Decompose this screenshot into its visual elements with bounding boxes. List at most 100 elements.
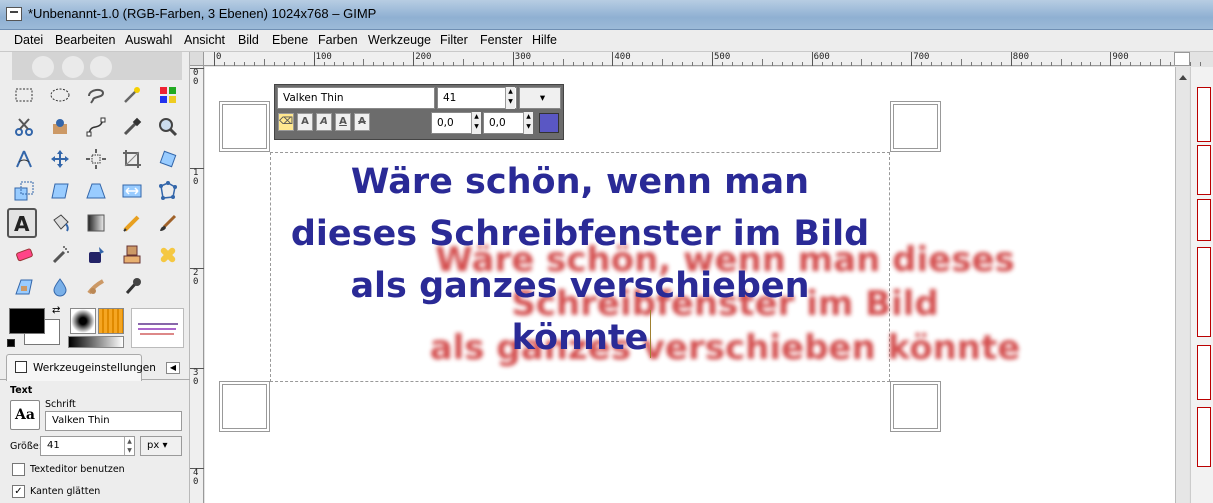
kerning-stepper[interactable]: ▲ ▼ [523, 112, 533, 134]
options-section-title: Text [10, 385, 33, 396]
clear-style-button[interactable]: ⌫ [278, 113, 294, 131]
ruler-label: 0 [193, 277, 199, 287]
text-color-swatch[interactable] [539, 113, 559, 133]
menu-hilfe[interactable]: Hilfe [532, 33, 557, 47]
toolbar-unit-dropdown[interactable]: ▾ [519, 87, 561, 109]
ruler-tick [712, 52, 713, 66]
ruler-minor-tick [1170, 62, 1172, 66]
text-box-handle-top-right[interactable] [890, 101, 941, 152]
unit-select[interactable]: px ▾ [140, 436, 182, 456]
ruler-minor-tick [931, 62, 933, 66]
text-box-handle-bottom-right[interactable] [890, 381, 941, 432]
perspective-clone-tool[interactable] [9, 272, 39, 302]
horizontal-ruler[interactable]: 0 100 200 300 400 500 600 700 800 900 [204, 52, 1202, 66]
menu-auswahl[interactable]: Auswahl [125, 33, 172, 47]
font-field[interactable]: Valken Thin [45, 411, 182, 431]
clone-tool[interactable] [117, 240, 147, 270]
ruler-minor-tick [602, 62, 604, 66]
baseline-stepper[interactable]: ▲ ▼ [471, 112, 481, 134]
tab-menu-button[interactable]: ◀ [166, 362, 180, 374]
ruler-minor-tick [652, 62, 654, 66]
ruler-minor-tick [1200, 62, 1202, 66]
menu-werkzeuge[interactable]: Werkzeuge [368, 33, 431, 47]
brush-preview[interactable] [70, 308, 96, 334]
dodge-burn-tool[interactable] [117, 272, 147, 302]
toolbar-font-field[interactable]: Valken Thin [277, 87, 435, 109]
foreground-select-tool[interactable] [45, 112, 75, 142]
ink-tool[interactable] [81, 240, 111, 270]
menu-filter[interactable]: Filter [440, 33, 468, 47]
vertical-ruler[interactable]: 0010203040 [190, 66, 204, 503]
select-by-color-tool[interactable] [153, 80, 183, 110]
foreground-color[interactable] [9, 308, 45, 334]
default-colors-icon[interactable] [7, 339, 15, 347]
image-thumbnail[interactable] [131, 308, 184, 348]
paths-tool[interactable] [81, 112, 111, 142]
menu-ebene[interactable]: Ebene [272, 33, 308, 47]
menu-ansicht[interactable]: Ansicht [184, 33, 225, 47]
menu-fenster[interactable]: Fenster [480, 33, 522, 47]
menu-datei[interactable]: Datei [14, 33, 43, 47]
underline-button[interactable]: A [335, 113, 351, 131]
fg-bg-colors[interactable]: ⇄ [7, 305, 64, 351]
vertical-scrollbar[interactable] [1175, 67, 1189, 503]
ruler-minor-tick [263, 59, 265, 66]
airbrush-tool[interactable] [45, 240, 75, 270]
tab-tool-options[interactable]: Werkzeugeinstellungen [6, 354, 156, 381]
use-editor-checkbox[interactable] [12, 463, 25, 476]
strikethrough-button[interactable]: A [354, 113, 370, 131]
ruler-minor-tick [582, 62, 584, 66]
blend-tool[interactable] [81, 208, 111, 238]
rotate-tool[interactable] [153, 144, 183, 174]
italic-button[interactable]: A [316, 113, 332, 131]
quick-mask-corner[interactable] [190, 52, 204, 66]
magnify-tool[interactable] [153, 112, 183, 142]
free-select-tool[interactable] [81, 80, 111, 110]
fuzzy-select-tool[interactable] [117, 80, 147, 110]
heal-tool[interactable] [153, 240, 183, 270]
gradient-preview[interactable] [68, 336, 124, 348]
perspective-tool[interactable] [81, 176, 111, 206]
ruler-minor-tick [821, 62, 823, 66]
scroll-up-icon[interactable] [1179, 75, 1187, 80]
blur-sharpen-tool[interactable] [45, 272, 75, 302]
cage-transform-tool[interactable] [153, 176, 183, 206]
smudge-tool[interactable] [81, 272, 111, 302]
size-stepper[interactable]: ▲ ▼ [124, 437, 134, 455]
ruler-minor-tick [662, 59, 664, 66]
menu-bearbeiten[interactable]: Bearbeiten [55, 33, 115, 47]
blue-text-layer[interactable]: Wäre schön, wenn man dieses Schreibfenst… [270, 156, 890, 364]
bold-button[interactable]: A [297, 113, 313, 131]
text-tool[interactable]: A [7, 208, 37, 238]
move-tool[interactable] [45, 144, 75, 174]
flip-tool[interactable] [117, 176, 147, 206]
ruler-minor-tick [781, 62, 783, 66]
align-tool[interactable] [81, 144, 111, 174]
ellipse-select-tool[interactable] [45, 80, 75, 110]
ruler-minor-tick [1130, 62, 1132, 66]
ruler-minor-tick [353, 62, 355, 66]
rect-select-tool[interactable] [9, 80, 39, 110]
scissors-select-tool[interactable] [9, 112, 39, 142]
menu-bild[interactable]: Bild [238, 33, 259, 47]
crop-tool[interactable] [117, 144, 147, 174]
antialias-checkbox[interactable]: ✓ [12, 485, 25, 498]
toolbar-size-stepper[interactable]: ▲ ▼ [505, 87, 515, 109]
menu-farben[interactable]: Farben [318, 33, 358, 47]
text-box-handle-bottom-left[interactable] [219, 381, 270, 432]
pattern-preview[interactable] [98, 308, 124, 334]
scale-tool[interactable] [9, 176, 39, 206]
text-box-handle-top-left[interactable] [219, 101, 270, 152]
color-picker-tool[interactable] [117, 112, 147, 142]
measure-tool[interactable] [9, 144, 39, 174]
eraser-tool[interactable] [9, 240, 39, 270]
size-field[interactable]: 41 [40, 436, 135, 456]
shear-tool[interactable] [45, 176, 75, 206]
paintbrush-tool[interactable] [153, 208, 183, 238]
ruler-label: 600 [813, 52, 830, 62]
swap-colors-icon[interactable]: ⇄ [52, 305, 60, 316]
zoom-toggle-icon[interactable] [1174, 52, 1190, 66]
pencil-tool[interactable] [117, 208, 147, 238]
font-preview-icon[interactable]: Aa [10, 400, 40, 430]
bucket-fill-tool[interactable] [45, 208, 75, 238]
